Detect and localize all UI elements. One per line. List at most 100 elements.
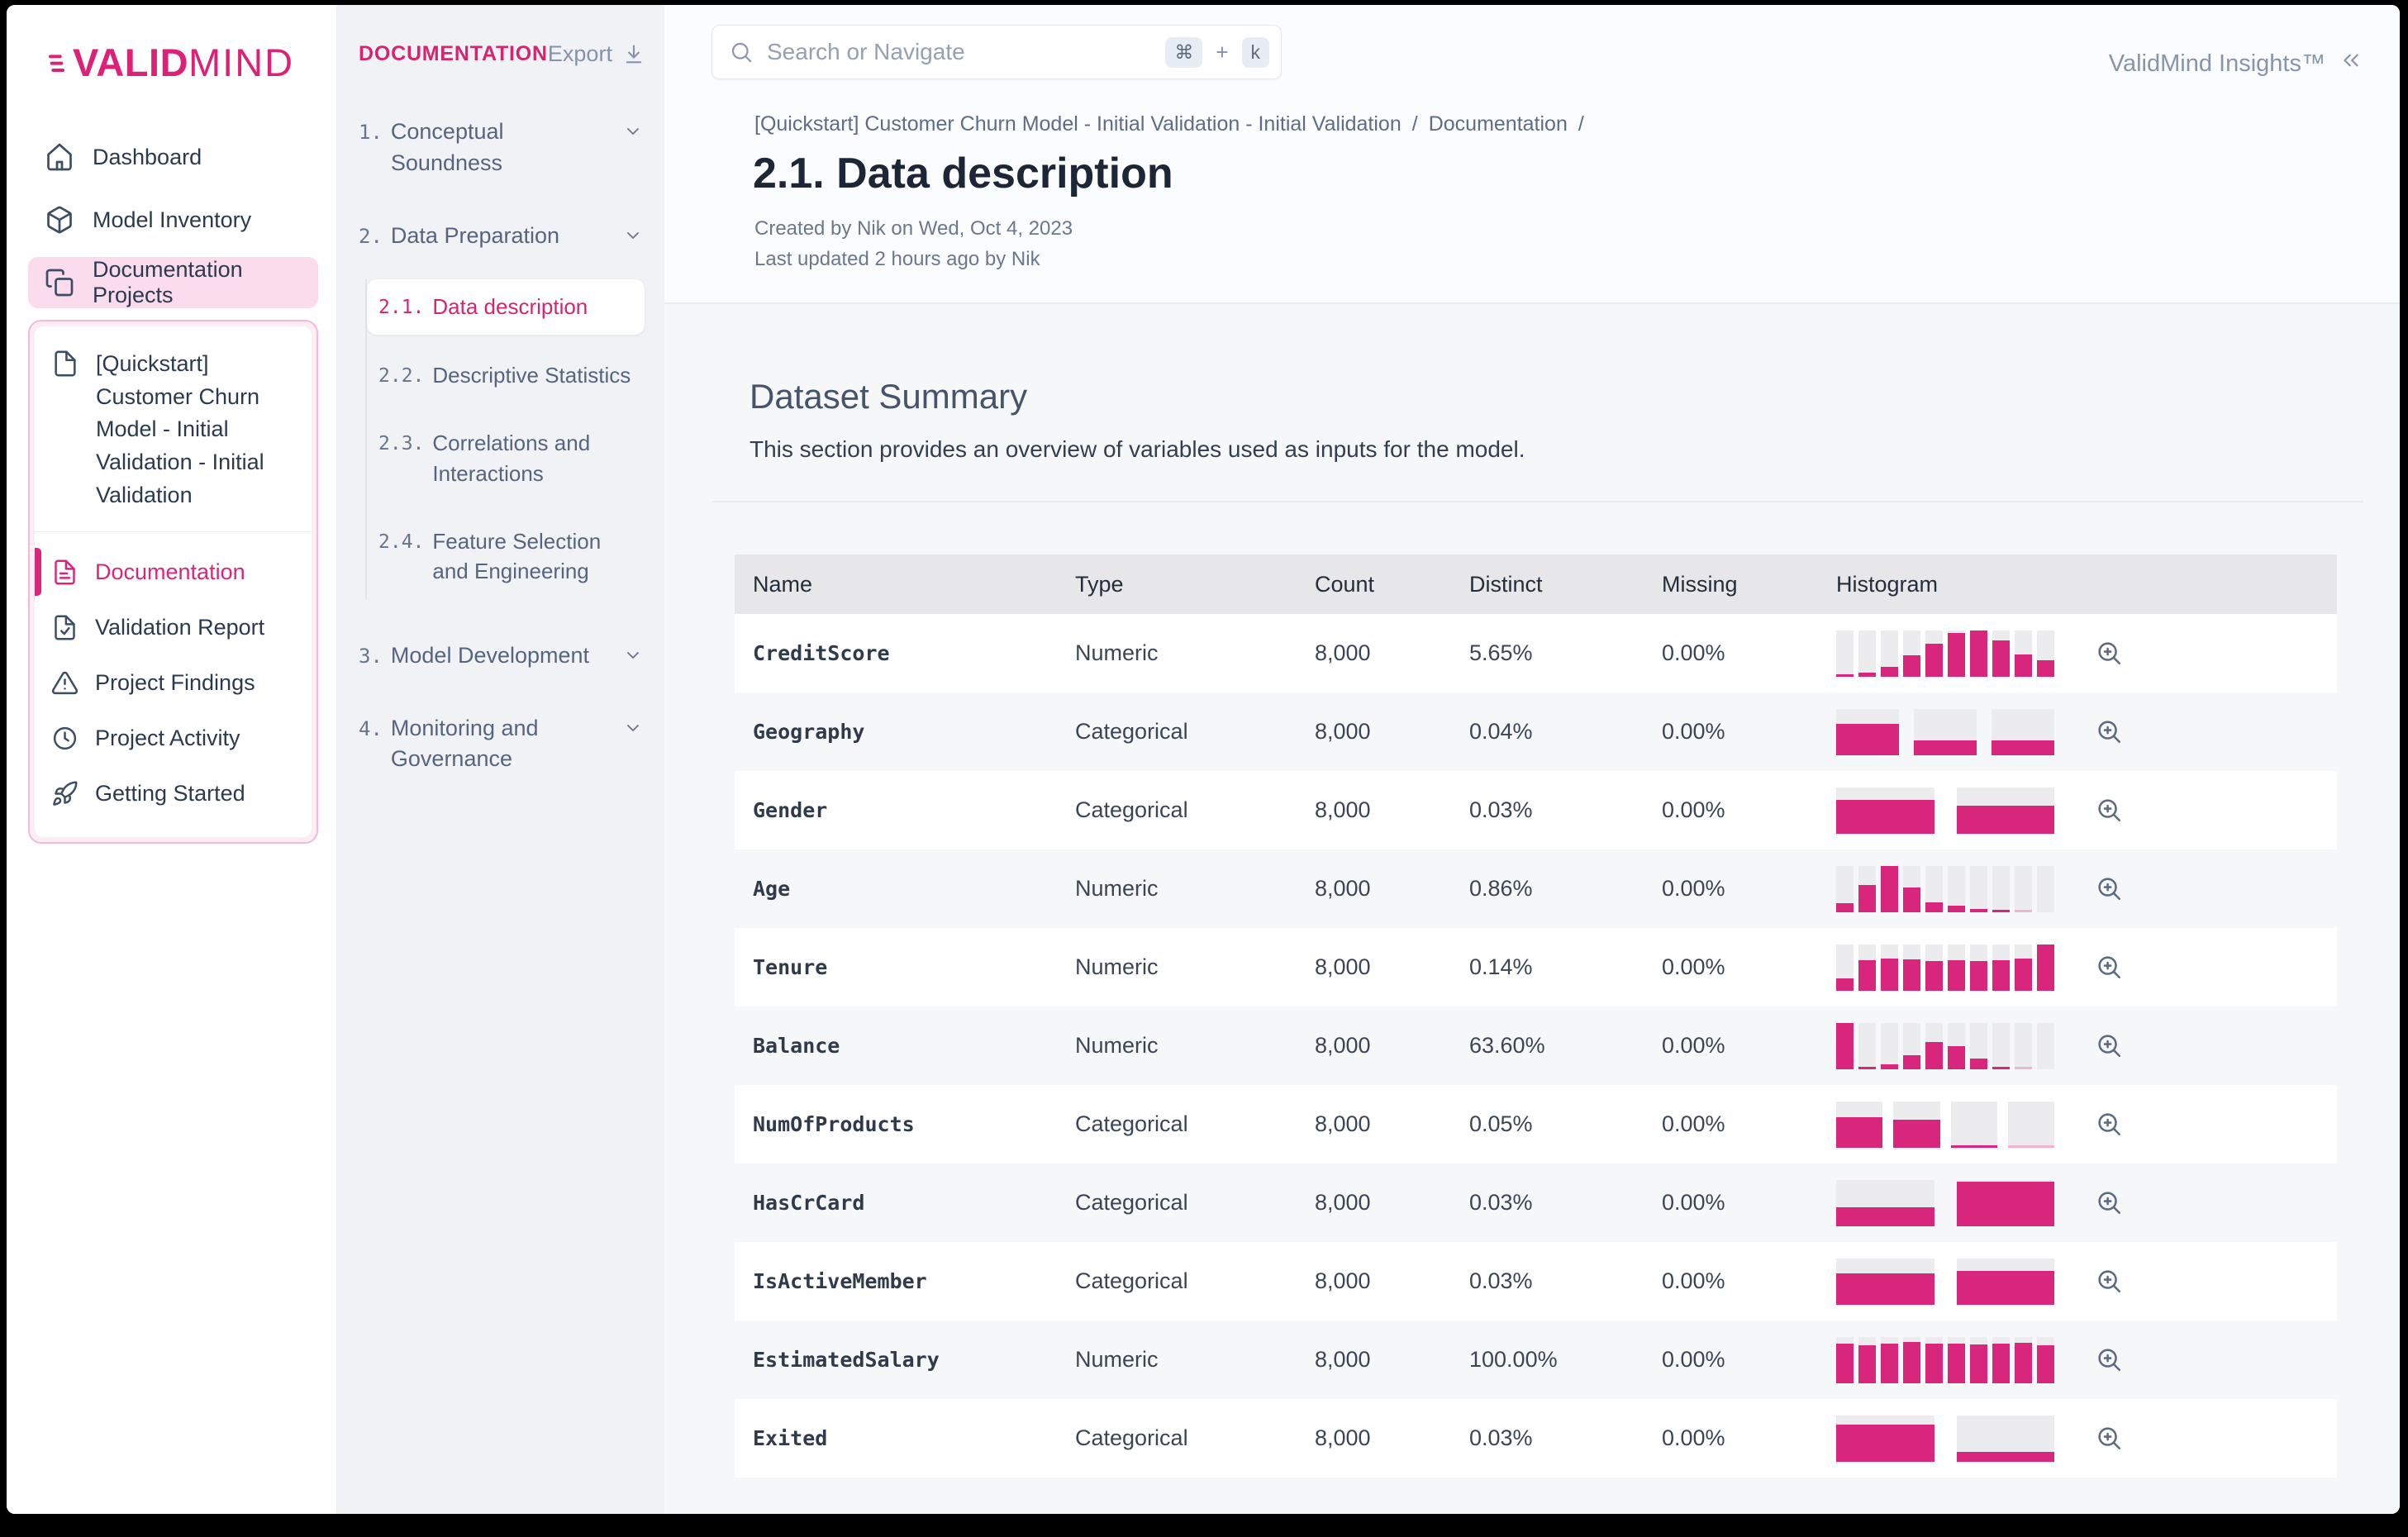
zoom-histogram-button[interactable] [2094,1267,2124,1297]
page-meta: Created by Nik on Wed, Oct 4, 2023 Last … [754,213,2363,274]
sidebar-item-dashboard[interactable]: Dashboard [28,131,318,183]
histogram-bar [1970,960,1987,991]
project-item-project-findings[interactable]: Project Findings [35,656,312,709]
histogram-bar [1948,960,1965,991]
column-header-count: Count [1315,571,1375,597]
project-title-item[interactable]: [Quickstart] Customer Churn Model - Init… [35,326,312,533]
histogram-bar [1893,1119,1940,1148]
histogram [1836,787,2054,834]
histogram-bar [1992,1344,2010,1383]
cell-missing: 0.00% [1662,954,1725,979]
export-button[interactable]: Export [548,41,645,67]
doc-subsection-label: Data description [432,294,588,320]
search-input[interactable]: Search or Navigate ⌘ + k [711,25,1282,79]
doc-subsection-descriptive-statistics[interactable]: 2.2. Descriptive Statistics [367,348,645,402]
histogram-bar [1925,644,1943,677]
histogram-track [1881,630,1898,677]
histogram-track [1881,944,1898,991]
cell-name: EstimatedSalary [753,1348,940,1372]
cell-count: 8,000 [1315,954,1371,979]
cell-name: Gender [753,798,828,822]
cell-distinct: 5.65% [1469,640,1533,665]
sidebar-item-label: Documentation Projects [93,257,243,307]
histogram-bar [1836,1207,1934,1226]
zoom-histogram-button[interactable] [2094,717,2124,747]
doc-section-model-development[interactable]: 3. Model Development [359,640,645,672]
histogram-bar [1948,1343,1965,1383]
copy-icon [45,269,74,297]
breadcrumb-documentation[interactable]: Documentation [1429,112,1568,136]
doc-section-label: Monitoring and Governance [390,715,539,772]
histogram-track [1858,865,1876,912]
main-area: Search or Navigate ⌘ + k ValidMind Insig… [664,5,2400,1514]
histogram-track [1893,1101,1940,1148]
histogram-bar [1881,667,1898,677]
project-title-label: [Quickstart] Customer Churn Model - Init… [96,351,264,507]
doc-subsection-label: Correlations and Interactions [432,431,591,486]
doc-section-conceptual-soundness[interactable]: 1. Conceptual Soundness [359,117,645,179]
table-row: Gender Categorical 8,000 0.03% 0.00% [735,771,2337,849]
histogram-bar [1858,885,1876,912]
kbd-command-badge: ⌘ [1165,36,1203,68]
doc-subsection-feature-selection-and-engineering[interactable]: 2.4. Feature Selection and Engineering [367,514,645,599]
cell-distinct: 0.03% [1469,1425,1533,1450]
histogram-bar [2037,1344,2054,1383]
cell-missing: 0.00% [1662,1347,1725,1372]
histogram-track [1881,1022,1898,1069]
histogram-bar [2007,1145,2054,1148]
zoom-in-icon [2098,1348,2121,1371]
histogram-track [1836,1415,1934,1462]
created-by: Created by Nik on Wed, Oct 4, 2023 [754,217,1073,240]
histogram-track [2015,865,2032,912]
zoom-in-icon [2098,1426,2121,1449]
histogram-bar [1836,723,1899,755]
rocket-icon [53,781,78,806]
doc-section-label: Conceptual Soundness [390,119,504,175]
zoom-in-icon [2098,1191,2121,1214]
histogram-bar [2037,944,2054,991]
insights-label: ValidMind Insights™ [2108,50,2325,77]
zoom-histogram-button[interactable] [2094,1188,2124,1218]
section-heading: Dataset Summary [750,377,1028,416]
cell-distinct: 0.03% [1469,797,1533,822]
zoom-histogram-button[interactable] [2094,1031,2124,1061]
validmind-logo[interactable]: VALIDMIND [46,40,318,85]
zoom-in-icon [2098,955,2121,978]
histogram-bar [1956,1270,2054,1305]
cell-name: Geography [753,720,865,744]
cell-missing: 0.00% [1662,719,1725,744]
zoom-histogram-button[interactable] [2094,1424,2124,1454]
zoom-histogram-button[interactable] [2094,796,2124,826]
doc-tree: 1. Conceptual Soundness 2. Data Preparation… [359,117,645,775]
histogram-bar [1925,902,1943,912]
project-item-validation-report[interactable]: Validation Report [35,601,312,654]
project-item-documentation[interactable]: Documentation [35,545,312,598]
histogram-bar [2015,910,2032,912]
zoom-histogram-button[interactable] [2094,874,2124,904]
column-header-histogram: Histogram [1836,571,1939,597]
histogram-bar [1948,633,1965,677]
cell-missing: 0.00% [1662,797,1725,822]
zoom-histogram-button[interactable] [2094,1110,2124,1140]
project-item-project-activity[interactable]: Project Activity [35,711,312,764]
doc-section-monitoring-and-governance[interactable]: 4. Monitoring and Governance [359,713,645,776]
sidebar-item-model-inventory[interactable]: Model Inventory [28,194,318,245]
zoom-in-icon [2098,1034,2121,1057]
zoom-histogram-button[interactable] [2094,1345,2124,1375]
cell-name: Tenure [753,955,828,979]
doc-subsection-correlations-and-interactions[interactable]: 2.3. Correlations and Interactions [367,416,645,501]
zoom-histogram-button[interactable] [2094,639,2124,669]
collapse-panel-button[interactable] [2339,48,2363,79]
kbd-plus: + [1216,39,1229,64]
histogram-bar [1903,887,1920,912]
cell-missing: 0.00% [1662,1425,1725,1450]
breadcrumb-project[interactable]: [Quickstart] Customer Churn Model - Init… [754,112,1401,136]
doc-subsection-label: Feature Selection and Engineering [432,528,602,584]
doc-section-data-preparation[interactable]: 2. Data Preparation [359,221,645,252]
histogram-track [1836,1022,1854,1069]
histogram-track [2007,1101,2054,1148]
project-item-getting-started[interactable]: Getting Started [35,767,312,820]
doc-subsection-data-description[interactable]: 2.1. Data description [367,279,645,335]
zoom-histogram-button[interactable] [2094,953,2124,983]
sidebar-item-documentation-projects[interactable]: Documentation Projects [28,257,318,308]
